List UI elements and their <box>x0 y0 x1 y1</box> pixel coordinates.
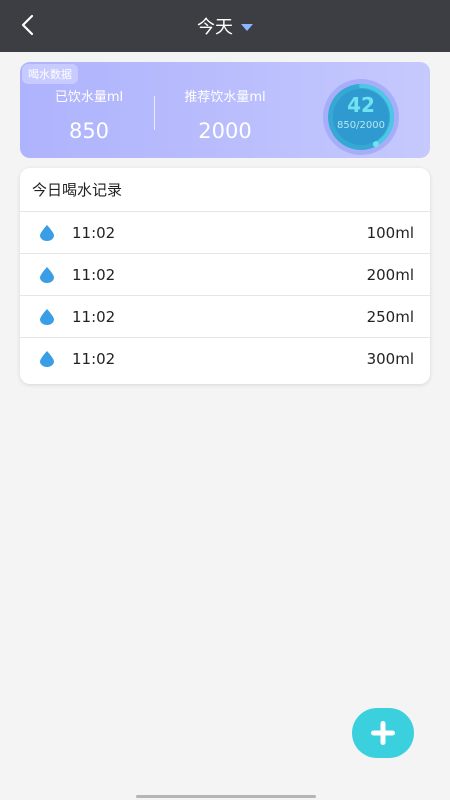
record-amount: 100ml <box>366 223 414 242</box>
target-value: 2000 <box>198 119 252 143</box>
stat-divider <box>154 96 155 130</box>
record-row[interactable]: 11:02 250ml <box>20 296 430 338</box>
record-amount: 250ml <box>366 307 414 326</box>
drunk-label: 已饮水量ml <box>54 90 124 105</box>
records-card: 今日喝水记录 11:02 100ml 11:02 200ml 11:02 250… <box>20 168 430 384</box>
record-amount: 200ml <box>366 265 414 284</box>
target-stat: 推荐饮水量ml 2000 <box>170 86 280 143</box>
add-record-button[interactable] <box>352 708 414 758</box>
plus-icon <box>371 721 395 745</box>
drunk-stat: 已饮水量ml 850 <box>34 86 144 143</box>
progress-ring: 42 850/2000 <box>322 78 400 156</box>
record-time: 11:02 <box>72 265 116 284</box>
header-bar: 今天 <box>0 0 450 52</box>
records-title: 今日喝水记录 <box>20 168 430 212</box>
record-row[interactable]: 11:02 200ml <box>20 254 430 296</box>
water-drop-icon <box>40 266 54 283</box>
record-row[interactable]: 11:02 300ml <box>20 338 430 380</box>
back-button[interactable] <box>14 12 40 38</box>
summary-tag: 喝水数据 <box>22 64 78 84</box>
progress-ratio: 850/2000 <box>337 120 385 131</box>
drunk-value: 850 <box>68 119 110 143</box>
water-drop-icon <box>40 308 54 325</box>
record-time: 11:02 <box>72 307 116 326</box>
date-selector[interactable]: 今天 <box>197 13 253 39</box>
page-title: 今天 <box>197 17 233 38</box>
target-label: 推荐饮水量ml <box>184 90 266 105</box>
record-amount: 300ml <box>366 350 414 368</box>
water-summary-card: 喝水数据 已饮水量ml 850 推荐饮水量ml 2000 42 850/2000 <box>20 62 430 158</box>
water-drop-icon <box>40 351 54 367</box>
record-row[interactable]: 11:02 100ml <box>20 212 430 254</box>
record-time: 11:02 <box>72 223 116 242</box>
record-time: 11:02 <box>72 350 116 368</box>
chevron-left-icon <box>21 14 34 36</box>
water-drop-icon <box>40 224 54 241</box>
progress-ring-graphic <box>323 79 399 155</box>
progress-percent: 42 <box>347 93 375 117</box>
home-indicator <box>136 795 316 798</box>
caret-down-icon <box>241 23 253 31</box>
